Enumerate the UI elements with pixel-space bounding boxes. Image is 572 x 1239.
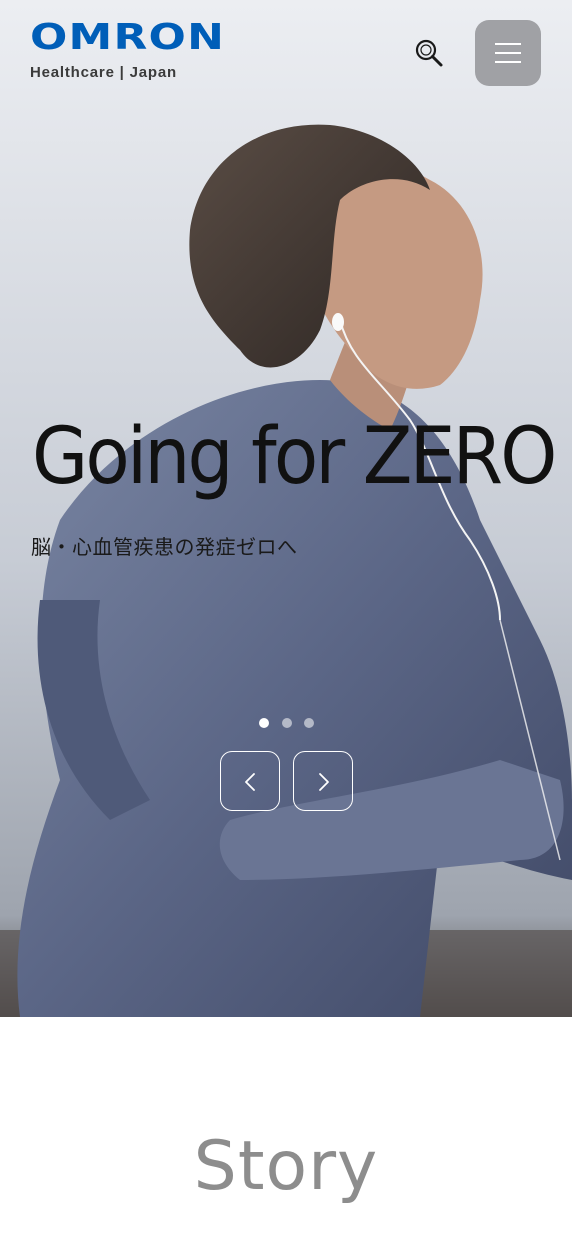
carousel-dot-1[interactable] [259, 718, 269, 728]
omron-logo[interactable]: OMRON Healthcare | Japan [30, 20, 224, 82]
search-button[interactable] [412, 36, 446, 70]
carousel-next-button[interactable] [293, 751, 353, 811]
menu-button[interactable] [475, 20, 541, 86]
story-heading: Story [193, 1127, 379, 1206]
brand-subtitle: Healthcare | Japan [30, 64, 177, 81]
hero-photo-runner [0, 0, 572, 1017]
hero-headline: Going for ZERO [32, 412, 557, 502]
brand-wordmark: OMRON [30, 17, 226, 58]
carousel-dot-2[interactable] [282, 718, 292, 728]
hero-subline: 脳・心血管疾患の発症ゼロへ [31, 535, 298, 559]
carousel-prev-button[interactable] [220, 751, 280, 811]
chevron-right-icon [319, 773, 329, 791]
carousel-dot-3[interactable] [304, 718, 314, 728]
search-icon [415, 39, 443, 67]
hero-carousel: OMRON Healthcare | Japan Going for ZERO … [0, 0, 572, 1017]
chevron-left-icon [245, 773, 255, 791]
